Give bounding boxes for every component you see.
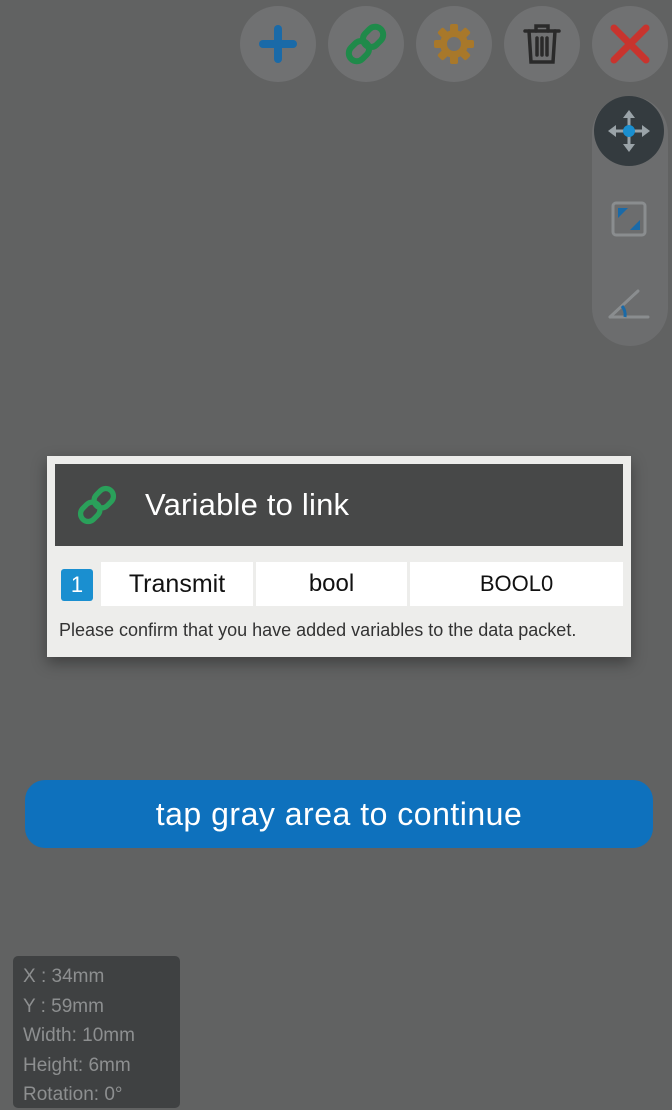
- resize-icon: [611, 201, 647, 237]
- resize-mode-button[interactable]: [594, 184, 664, 254]
- settings-button[interactable]: [416, 6, 492, 82]
- element-info-panel: X : 34mm Y : 59mm Width: 10mm Height: 6m…: [13, 956, 180, 1108]
- move-mode-button[interactable]: [594, 96, 664, 166]
- delete-button[interactable]: [504, 6, 580, 82]
- edit-mode-panel: [592, 96, 668, 346]
- link-icon: [345, 23, 387, 65]
- dialog-header: Variable to link: [55, 464, 623, 546]
- close-icon: [610, 24, 650, 64]
- link-button[interactable]: [328, 6, 404, 82]
- info-rotation: Rotation: 0°: [23, 1084, 123, 1105]
- dialog-link-icon: [75, 483, 119, 527]
- move-arrows-icon: [608, 110, 650, 152]
- variable-direction-cell: Transmit: [101, 562, 253, 606]
- rotate-mode-button[interactable]: [594, 268, 664, 338]
- info-y: Y : 59mm: [23, 995, 104, 1017]
- variable-type-cell: bool: [256, 562, 407, 606]
- top-toolbar: [0, 6, 672, 86]
- info-height: Height: 6mm: [23, 1054, 131, 1076]
- angle-icon: [608, 289, 650, 319]
- trash-icon: [523, 24, 561, 64]
- variable-row[interactable]: 1 Transmit bool BOOL0: [55, 562, 623, 606]
- variable-name-cell: BOOL0: [410, 562, 623, 606]
- link-variable-dialog: Variable to link 1 Transmit bool BOOL0 P…: [47, 456, 631, 657]
- plus-icon: [259, 25, 297, 63]
- tap-to-continue-banner[interactable]: tap gray area to continue: [25, 780, 653, 848]
- dialog-note: Please confirm that you have added varia…: [59, 620, 577, 640]
- add-button[interactable]: [240, 6, 316, 82]
- variable-index-badge: 1: [61, 569, 93, 601]
- info-width: Width: 10mm: [23, 1025, 135, 1046]
- gear-icon: [434, 24, 474, 64]
- close-button[interactable]: [592, 6, 668, 82]
- dialog-title: Variable to link: [145, 487, 350, 522]
- info-x: X : 34mm: [23, 966, 105, 987]
- link-icon: [77, 485, 117, 525]
